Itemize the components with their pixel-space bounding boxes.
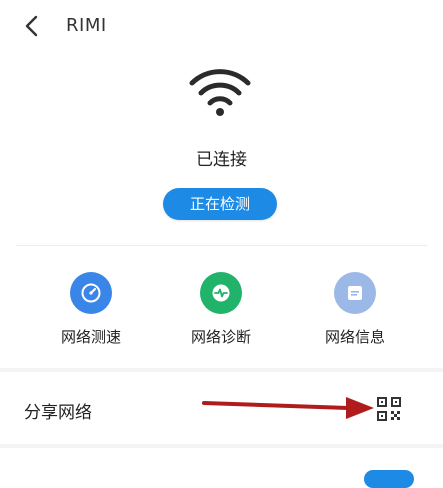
- info-tool[interactable]: 网络信息: [300, 272, 410, 347]
- document-icon: [348, 286, 362, 300]
- heartbeat-icon: [212, 284, 230, 302]
- tool-label: 网络信息: [324, 328, 385, 346]
- wifi-icon: [189, 69, 251, 116]
- page-title: RIMI: [66, 15, 107, 36]
- divider: [16, 245, 427, 246]
- header: RIMI: [0, 0, 443, 52]
- back-button[interactable]: [18, 12, 46, 40]
- share-network-label: 分享网络: [24, 403, 92, 423]
- connection-status: 已连接: [196, 150, 247, 170]
- detect-button[interactable]: 正在检测: [163, 188, 277, 220]
- diagnose-icon-circle: [200, 272, 242, 314]
- toggle-switch[interactable]: [364, 470, 414, 488]
- tool-label: 网络测速: [60, 328, 121, 346]
- diagnose-tool[interactable]: 网络诊断: [166, 272, 276, 347]
- speedometer-icon: [81, 283, 101, 303]
- tool-label: 网络诊断: [190, 328, 251, 346]
- speed-test-icon-circle: [70, 272, 112, 314]
- qr-code-icon[interactable]: [376, 396, 402, 422]
- speed-test-tool[interactable]: 网络测速: [36, 272, 146, 347]
- info-icon-circle: [334, 272, 376, 314]
- chevron-left-icon[interactable]: [18, 12, 46, 40]
- red-arrow-annotation: [202, 397, 374, 419]
